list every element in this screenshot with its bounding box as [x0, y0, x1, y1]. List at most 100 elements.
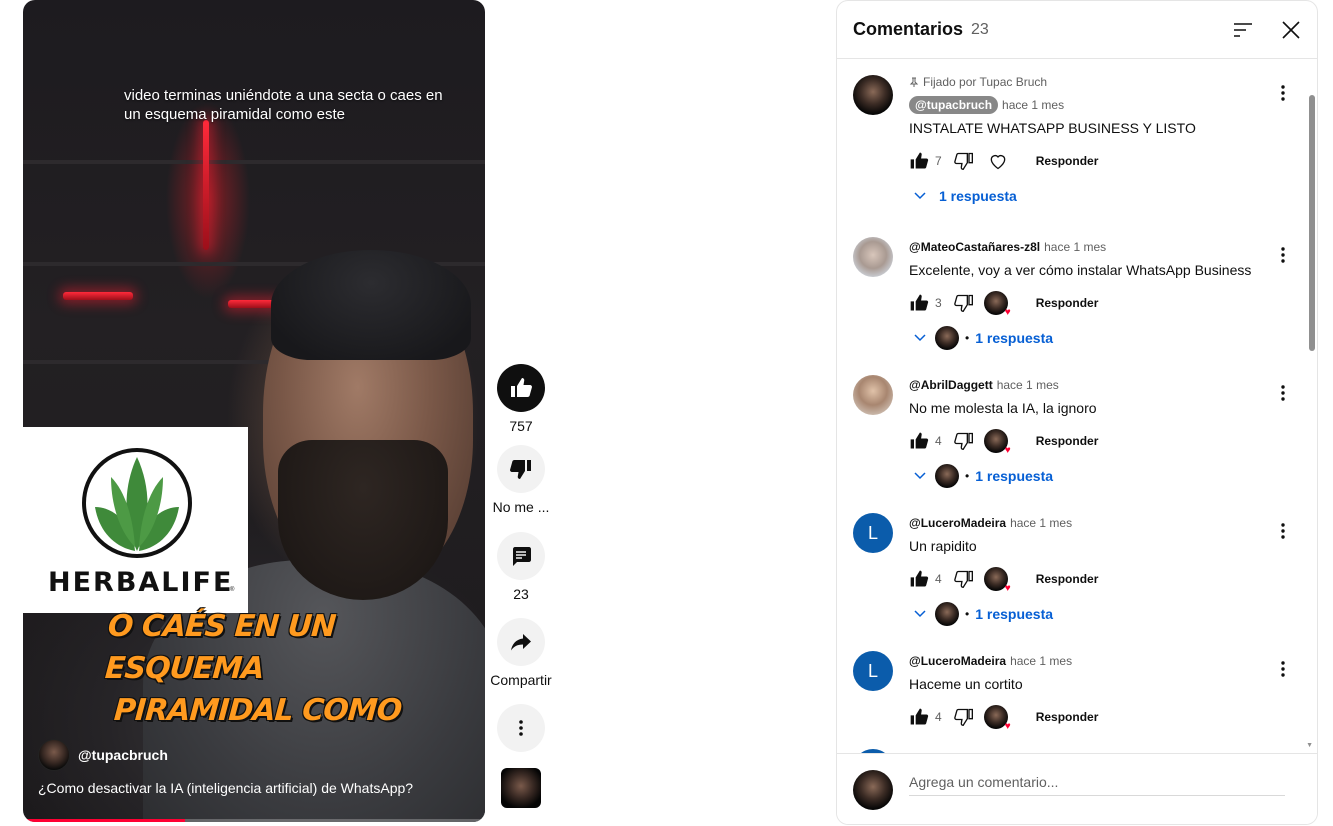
- action-rail: 757 No me ... 23 Compartir: [489, 364, 553, 808]
- comment-author[interactable]: @tupacbruch: [909, 96, 999, 114]
- scroll-down-arrow-icon[interactable]: ▼: [1306, 742, 1313, 749]
- comments-title: Comentarios: [853, 19, 964, 39]
- comment-time[interactable]: hace 1 mes: [1010, 654, 1072, 668]
- replies-toggle[interactable]: • 1 respuesta: [913, 602, 1269, 626]
- comment-meta: @tupacbruch hace 1 mes: [909, 95, 1269, 115]
- video-overlay-caption: video terminas uniéndote a una secta o c…: [124, 87, 443, 123]
- add-comment-input[interactable]: [909, 772, 1285, 796]
- like-count: 4: [935, 572, 942, 586]
- reply-button[interactable]: Responder: [1036, 154, 1099, 168]
- chevron-down-icon: [914, 472, 926, 480]
- replies-toggle[interactable]: • 1 respuesta: [913, 464, 1269, 488]
- comment-composer: [837, 753, 1317, 824]
- heart-icon[interactable]: [988, 151, 1008, 171]
- replies-toggle[interactable]: • 1 respuesta: [913, 326, 1269, 350]
- creator-heart-badge: ♥: [983, 705, 1011, 732]
- comment-body: @LuceroMadeira hace 1 mes Un rapidito 4 …: [909, 513, 1269, 626]
- comment-more-icon[interactable]: [1273, 245, 1293, 265]
- dislike-icon[interactable]: [953, 707, 974, 727]
- replies-label[interactable]: 1 respuesta: [975, 330, 1053, 346]
- comment-more-icon[interactable]: [1273, 83, 1293, 103]
- like-icon[interactable]: [909, 431, 929, 451]
- comment-avatar[interactable]: L: [853, 513, 893, 553]
- header-icons: [1233, 20, 1301, 40]
- comments-scrollbar[interactable]: [1309, 95, 1315, 351]
- comment-meta: @MateoCastañares-z8l hace 1 mes: [909, 237, 1269, 257]
- replies-label[interactable]: 1 respuesta: [939, 188, 1017, 204]
- video-player[interactable]: video terminas uniéndote a una secta o c…: [23, 0, 485, 822]
- comment-more-icon[interactable]: [1273, 521, 1293, 541]
- comment-avatar[interactable]: [853, 237, 893, 277]
- comment-avatar[interactable]: L: [853, 651, 893, 691]
- like-icon[interactable]: [909, 151, 929, 171]
- more-options-button[interactable]: [497, 704, 545, 752]
- separator-dot: •: [965, 607, 970, 621]
- reply-button[interactable]: Responder: [1036, 710, 1099, 724]
- big-caption-line-1: O CAÉS EN UN ESQUEMA: [103, 609, 337, 686]
- channel-name[interactable]: @tupacbruch: [78, 747, 168, 763]
- separator-dot: •: [965, 331, 970, 345]
- comment-avatar[interactable]: [853, 375, 893, 415]
- channel-avatar[interactable]: [38, 739, 70, 771]
- dislike-icon[interactable]: [953, 151, 974, 171]
- person-beard: [278, 440, 448, 600]
- creator-heart-badge: ♥: [983, 291, 1011, 318]
- reply-button[interactable]: Responder: [1036, 434, 1099, 448]
- heart-icon: ♥: [1004, 721, 1011, 732]
- video-progress-bar[interactable]: [23, 819, 485, 822]
- comment-time[interactable]: hace 1 mes: [1044, 240, 1106, 254]
- share-button[interactable]: [497, 618, 545, 666]
- like-count: 3: [935, 296, 942, 310]
- comment-time[interactable]: hace 1 mes: [997, 378, 1059, 392]
- like-icon[interactable]: [909, 293, 929, 313]
- replies-label[interactable]: 1 respuesta: [975, 468, 1053, 484]
- comment-author[interactable]: @MateoCastañares-z8l: [909, 240, 1040, 254]
- comment-actions: 4 ♥ Responder: [909, 705, 1269, 732]
- logo-wordmark: HERBALIFE: [48, 567, 234, 598]
- sound-thumbnail[interactable]: [501, 768, 541, 808]
- like-count: 757: [509, 418, 533, 434]
- dislike-action: No me ...: [489, 445, 553, 517]
- comment-time[interactable]: hace 1 mes: [1002, 98, 1064, 112]
- comment-more-icon[interactable]: [1273, 383, 1293, 403]
- share-label: Compartir: [490, 672, 552, 688]
- share-icon: [511, 634, 531, 651]
- dislike-icon[interactable]: [953, 293, 974, 313]
- sort-icon[interactable]: [1233, 20, 1253, 40]
- comments-button[interactable]: [497, 532, 545, 580]
- reply-button[interactable]: Responder: [1036, 572, 1099, 586]
- comment-avatar[interactable]: [853, 75, 893, 115]
- big-caption-line-2: PIRAMIDAL COMO: [112, 693, 403, 728]
- comments-list[interactable]: Fijado por Tupac Bruch @tupacbruch hace …: [837, 59, 1317, 753]
- close-icon[interactable]: [1281, 20, 1301, 40]
- comment-body: Fijado por Tupac Bruch @tupacbruch hace …: [909, 75, 1269, 208]
- like-icon[interactable]: [909, 569, 929, 589]
- comment-text: Haceme un cortito: [909, 676, 1023, 692]
- reply-button[interactable]: Responder: [1036, 296, 1099, 310]
- comment-author[interactable]: @AbrilDaggett: [909, 378, 993, 392]
- dislike-icon[interactable]: [953, 431, 974, 451]
- dislike-button[interactable]: [497, 445, 545, 493]
- comment-actions: 4 ♥ Responder: [909, 429, 1269, 456]
- pinned-text: Fijado por Tupac Bruch: [923, 75, 1048, 89]
- channel-row[interactable]: @tupacbruch: [38, 739, 168, 771]
- comment-time[interactable]: hace 1 mes: [1010, 516, 1072, 530]
- heart-icon: ♥: [1004, 445, 1011, 456]
- pin-icon: [909, 77, 919, 87]
- like-button[interactable]: [497, 364, 545, 412]
- dislike-icon[interactable]: [953, 569, 974, 589]
- comment-actions: 3 ♥ Responder: [909, 291, 1269, 318]
- chevron-down-icon: [914, 192, 926, 200]
- replies-label[interactable]: 1 respuesta: [975, 606, 1053, 622]
- page: video terminas uniéndote a una secta o c…: [0, 0, 1333, 826]
- chevron-down-icon: [914, 334, 926, 342]
- comment-author[interactable]: @LuceroMadeira: [909, 654, 1006, 668]
- replies-toggle[interactable]: 1 respuesta: [913, 184, 1269, 208]
- video-title[interactable]: ¿Como desactivar la IA (inteligencia art…: [38, 780, 413, 796]
- like-icon[interactable]: [909, 707, 929, 727]
- comment-more-icon[interactable]: [1273, 659, 1293, 679]
- video-big-caption: O CAÉS EN UN ESQUEMA PIRAMIDAL COMO: [101, 606, 430, 732]
- comment-meta: @AbrilDaggett hace 1 mes: [909, 375, 1269, 395]
- logo-registered-mark: ®: [230, 587, 235, 593]
- comment-author[interactable]: @LuceroMadeira: [909, 516, 1006, 530]
